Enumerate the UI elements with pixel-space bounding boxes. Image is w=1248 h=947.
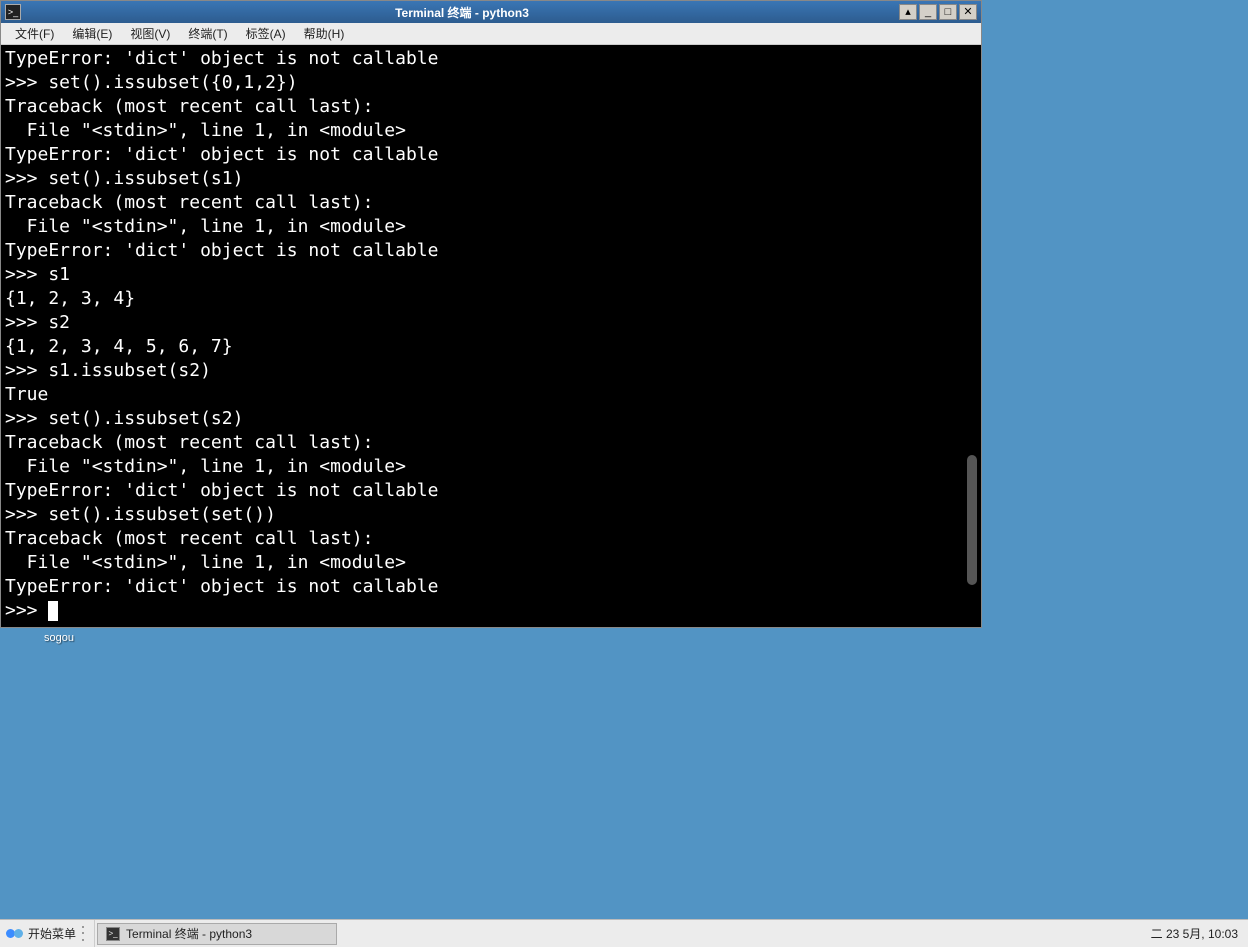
menu-edit[interactable]: 编辑(E) — [64, 23, 120, 44]
terminal-output[interactable]: TypeError: 'dict' object is not callable… — [1, 45, 981, 627]
scrollbar-thumb[interactable] — [967, 455, 977, 585]
window-maximize-button[interactable]: □ — [939, 4, 957, 20]
menu-tabs[interactable]: 标签(A) — [238, 23, 294, 44]
terminal-task-icon: >_ — [106, 927, 120, 941]
window-minimize-button[interactable]: _ — [919, 4, 937, 20]
window-app-icon: >_ — [5, 4, 21, 20]
start-menu-icon — [6, 928, 24, 940]
menu-help[interactable]: 帮助(H) — [296, 23, 353, 44]
terminal-scrollbar[interactable] — [965, 47, 977, 625]
menubar: 文件(F) 编辑(E) 视图(V) 终端(T) 标签(A) 帮助(H) — [1, 23, 981, 45]
terminal-cursor — [48, 601, 58, 621]
window-shade-button[interactable]: ▴ — [899, 4, 917, 20]
taskbar-tray: 二 23 5月, 10:03 — [1141, 925, 1248, 942]
menu-terminal[interactable]: 终端(T) — [180, 23, 235, 44]
ime-indicator: sogou — [44, 632, 74, 644]
menu-file[interactable]: 文件(F) — [7, 23, 62, 44]
taskbar-clock[interactable]: 二 23 5月, 10:03 — [1151, 925, 1238, 942]
taskbar: 开始菜单 >_ Terminal 终端 - python3 二 23 5月, 1… — [0, 919, 1248, 947]
window-controls: ▴ _ □ ✕ — [899, 4, 977, 20]
window-close-button[interactable]: ✕ — [959, 4, 977, 20]
terminal-window: >_ Terminal 终端 - python3 ▴ _ □ ✕ 文件(F) 编… — [0, 0, 982, 628]
start-menu-button[interactable]: 开始菜单 — [0, 920, 95, 947]
start-menu-label: 开始菜单 — [28, 925, 76, 942]
taskbar-handle-icon — [82, 924, 88, 944]
taskbar-item-label: Terminal 终端 - python3 — [126, 925, 252, 942]
taskbar-item-terminal[interactable]: >_ Terminal 终端 - python3 — [97, 923, 337, 945]
window-titlebar[interactable]: >_ Terminal 终端 - python3 ▴ _ □ ✕ — [1, 1, 981, 23]
menu-view[interactable]: 视图(V) — [122, 23, 178, 44]
window-title: Terminal 终端 - python3 — [25, 4, 899, 21]
